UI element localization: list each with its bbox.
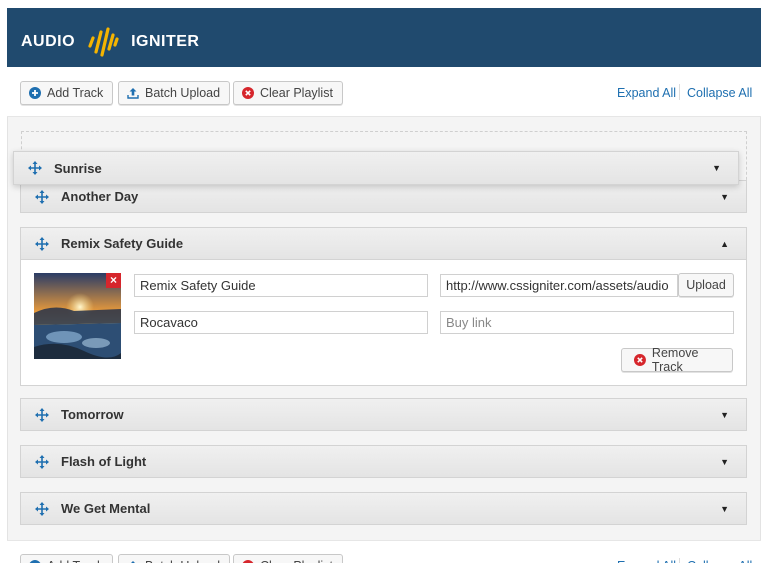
track-row-dragging[interactable]: Sunrise ▼	[13, 151, 739, 185]
toolbar-top: Add Track Batch Upload Clear Playlist Ex…	[7, 67, 761, 117]
move-arrows-icon[interactable]	[35, 501, 49, 516]
add-track-label: Add Track	[47, 559, 103, 563]
buy-link-field[interactable]: Buy link	[440, 311, 734, 334]
chevron-down-icon[interactable]: ▼	[712, 163, 721, 173]
add-track-button[interactable]: Add Track	[20, 81, 114, 105]
track-url-field[interactable]: http://www.cssigniter.com/assets/audio	[440, 274, 678, 297]
x-circle-icon	[634, 354, 646, 366]
remove-track-button[interactable]: Remove Track	[621, 346, 733, 374]
clear-playlist-label: Clear Playlist	[260, 559, 333, 563]
move-arrows-icon[interactable]	[35, 189, 49, 204]
clear-playlist-label: Clear Playlist	[260, 86, 333, 100]
track-title: Tomorrow	[61, 407, 124, 422]
batch-upload-label: Batch Upload	[145, 559, 220, 563]
app-header: AUDIO IGNITER	[7, 8, 761, 67]
expand-all-link[interactable]: Expand All	[617, 559, 676, 563]
plus-circle-icon	[29, 87, 41, 99]
logo-text-right: IGNITER	[131, 33, 200, 50]
audio-wave-icon	[88, 27, 119, 57]
batch-upload-button[interactable]: Batch Upload	[118, 554, 231, 563]
batch-upload-label: Batch Upload	[145, 86, 221, 100]
expand-all-link[interactable]: Expand All	[617, 86, 676, 100]
chevron-down-icon[interactable]: ▼	[720, 504, 729, 514]
link-divider	[679, 558, 680, 563]
track-title: Another Day	[61, 189, 139, 204]
artist-field[interactable]: Rocavaco	[134, 311, 428, 334]
track-title-field[interactable]: Remix Safety Guide	[134, 274, 428, 297]
clear-playlist-button[interactable]: Clear Playlist	[233, 554, 343, 563]
batch-upload-button[interactable]: Batch Upload	[118, 81, 231, 105]
logo: AUDIO IGNITER	[21, 24, 199, 60]
remove-cover-icon[interactable]: ×	[106, 273, 121, 288]
upload-icon	[127, 87, 139, 99]
upload-button[interactable]: Upload	[678, 273, 734, 297]
track-row-expanded[interactable]: Remix Safety Guide ▲	[20, 227, 747, 260]
track-title: We Get Mental	[61, 501, 151, 516]
chevron-up-icon[interactable]: ▲	[720, 239, 729, 249]
chevron-down-icon[interactable]: ▼	[720, 457, 729, 467]
remove-track-label: Remove Track	[651, 346, 699, 374]
track-title: Flash of Light	[61, 454, 147, 469]
collapse-all-link[interactable]: Collapse All	[687, 559, 752, 563]
chevron-down-icon[interactable]: ▼	[720, 410, 729, 420]
track-title: Sunrise	[54, 160, 102, 176]
move-arrows-icon[interactable]	[35, 454, 49, 469]
add-track-button[interactable]: Add Track	[20, 554, 114, 563]
move-arrows-icon[interactable]	[35, 236, 49, 251]
move-arrows-icon[interactable]	[28, 161, 42, 175]
collapse-all-link[interactable]: Collapse All	[687, 86, 752, 100]
link-divider	[679, 84, 680, 100]
toolbar-bottom: Add Track Batch Upload Clear Playlist Ex…	[7, 540, 761, 563]
chevron-down-icon[interactable]: ▼	[720, 192, 729, 202]
logo-text-left: AUDIO	[21, 33, 76, 50]
add-track-label: Add Track	[47, 86, 104, 100]
track-row[interactable]: We Get Mental ▼	[20, 492, 747, 525]
track-title: Remix Safety Guide	[61, 236, 184, 251]
track-row[interactable]: Tomorrow ▼	[20, 398, 747, 431]
track-row[interactable]: Flash of Light ▼	[20, 445, 747, 478]
move-arrows-icon[interactable]	[35, 407, 49, 422]
clear-playlist-button[interactable]: Clear Playlist	[233, 81, 343, 105]
x-circle-icon	[242, 87, 254, 99]
